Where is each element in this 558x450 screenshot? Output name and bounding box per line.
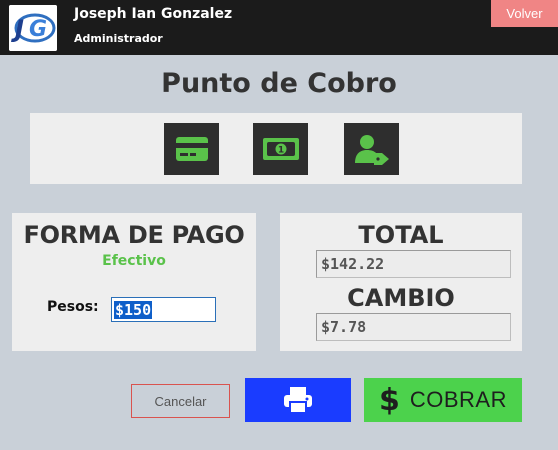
payment-method-label: Efectivo (102, 253, 166, 269)
cash-icon: 1 (262, 138, 299, 160)
total-field: $142.22 (316, 250, 511, 278)
charge-button[interactable]: $ COBRAR (364, 378, 522, 422)
total-label: TOTAL (358, 221, 444, 249)
charge-button-label: COBRAR (409, 387, 507, 412)
totals-panel: TOTAL $142.22 CAMBIO $7.78 (280, 213, 522, 351)
change-field: $7.78 (316, 313, 511, 341)
page-title: Punto de Cobro (161, 68, 397, 99)
dollar-icon: $ (379, 382, 400, 418)
pesos-input-value: $150 (114, 300, 153, 319)
back-button[interactable]: Volver (491, 0, 558, 27)
printer-icon (284, 387, 312, 414)
change-label: CAMBIO (347, 284, 455, 312)
svg-text:G: G (29, 17, 47, 42)
pesos-label: Pesos: (47, 299, 99, 315)
cancel-button[interactable]: Cancelar (131, 384, 230, 418)
payment-methods-bar: 1 (30, 113, 522, 184)
credit-card-icon (175, 137, 208, 161)
payment-form-title: FORMA DE PAGO (23, 221, 245, 249)
user-tag-icon (354, 135, 389, 165)
jg-logo-icon: J G (9, 5, 57, 51)
user-name: Joseph Ian Gonzalez (74, 6, 233, 22)
credit-card-button[interactable] (164, 123, 219, 175)
svg-text:1: 1 (277, 146, 283, 156)
pesos-input[interactable]: $150 (111, 297, 216, 322)
top-bar: J G Joseph Ian Gonzalez Administrador Vo… (0, 0, 558, 55)
customer-credit-button[interactable] (344, 123, 399, 175)
user-role: Administrador (74, 32, 163, 45)
cash-button[interactable]: 1 (253, 123, 308, 175)
payment-form-panel: FORMA DE PAGO Efectivo Pesos: $150 (12, 213, 256, 351)
print-button[interactable] (245, 378, 351, 422)
